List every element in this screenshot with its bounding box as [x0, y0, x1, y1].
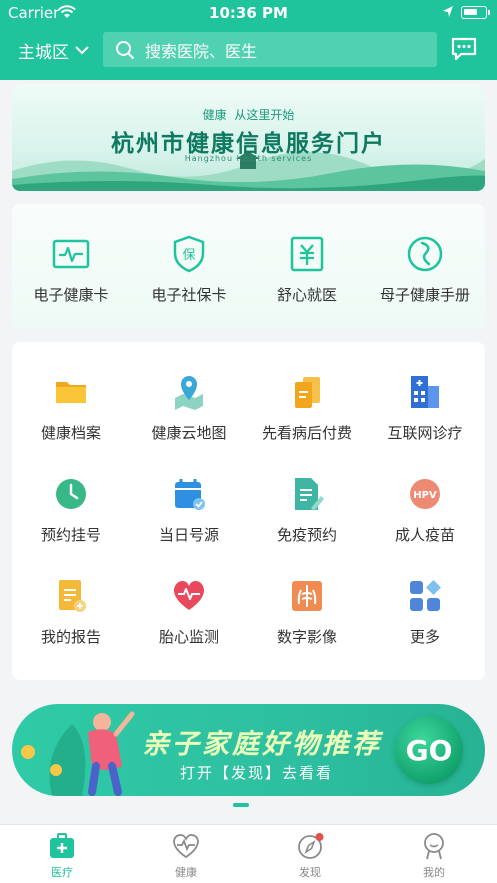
message-icon[interactable]	[450, 35, 478, 63]
family-illustration	[21, 711, 135, 796]
service-appointment[interactable]: 预约挂号	[12, 474, 130, 545]
svg-text:保: 保	[182, 248, 195, 263]
city-selector[interactable]: 主城区	[18, 38, 89, 63]
banner-title: 杭州市健康信息服务门户	[111, 130, 386, 157]
tab-health[interactable]: 健康	[124, 831, 248, 880]
notification-dot	[315, 833, 324, 841]
city-label: 主城区	[18, 43, 69, 63]
service-label: 先看病后付费	[261, 424, 352, 442]
portal-banner[interactable]: 健康 从这里开始 杭州市健康信息服务门户 Hangzhou health ser…	[12, 84, 485, 191]
service-label: 更多	[409, 628, 440, 646]
document-pen-icon	[295, 478, 324, 511]
status-bar: Carrier 10:36 PM	[0, 0, 497, 26]
payment-icon	[290, 236, 324, 272]
service-pay-later[interactable]: 先看病后付费	[248, 372, 366, 443]
location-arrow-icon	[443, 6, 453, 17]
tab-label: 发现	[299, 866, 321, 879]
service-digital-imaging[interactable]: 数字影像	[248, 576, 366, 647]
search-icon	[116, 40, 135, 59]
tab-mine[interactable]: 我的	[372, 831, 496, 880]
tab-bar: 医疗 健康 发现 我的	[0, 824, 497, 883]
service-health-map[interactable]: 健康云地图	[130, 372, 248, 443]
go-button[interactable]: GO	[395, 716, 463, 784]
search-placeholder: 搜索医院、医生	[145, 41, 258, 61]
service-label: 我的报告	[40, 628, 101, 646]
quick-service-label: 母子健康手册	[379, 286, 470, 304]
battery-icon	[461, 6, 490, 19]
calendar-icon	[175, 479, 205, 510]
header: Carrier 10:36 PM 主城区 搜索医院、医生	[0, 0, 497, 80]
compass-icon	[298, 833, 324, 859]
quick-service-easy-care[interactable]: 舒心就医	[248, 234, 366, 305]
tab-label: 我的	[423, 866, 445, 879]
tab-discover[interactable]: 发现	[248, 831, 372, 880]
user-icon	[424, 833, 444, 860]
service-more[interactable]: 更多	[366, 576, 484, 647]
hpv-badge-text: HPV	[413, 490, 437, 501]
quick-service-health-card[interactable]: 电子健康卡	[12, 234, 130, 305]
social-security-icon: 保	[173, 235, 205, 273]
promo-title: 亲子家庭好物推荐	[142, 729, 382, 760]
promo-banner[interactable]: 亲子家庭好物推荐 打开【发现】去看看 GO	[12, 704, 485, 796]
service-my-report[interactable]: 我的报告	[12, 576, 130, 647]
tab-label: 医疗	[51, 866, 73, 879]
promo-subtitle: 打开【发现】去看看	[180, 764, 334, 782]
service-label: 互联网诊疗	[387, 424, 463, 442]
tab-label: 健康	[175, 866, 197, 879]
clock-icon	[56, 479, 86, 509]
quick-service-label: 舒心就医	[276, 286, 337, 304]
heart-icon	[173, 834, 199, 859]
report-icon	[59, 580, 86, 612]
services-card: 健康档案 健康云地图 先看病后付费 互联网诊疗 预约挂号 当日号源 免疫预约 H…	[12, 342, 485, 680]
mother-child-icon	[407, 236, 443, 272]
hospital-icon	[411, 376, 439, 408]
quick-services-card: 电子健康卡 保 电子社保卡 舒心就医 母子健康手册	[12, 204, 485, 328]
service-label: 预约挂号	[40, 526, 101, 544]
service-label: 健康档案	[40, 424, 101, 442]
quick-service-label: 电子健康卡	[33, 286, 109, 304]
health-card-icon	[52, 239, 90, 269]
folder-icon	[56, 382, 86, 403]
chevron-down-icon	[75, 46, 89, 55]
hpv-icon: HPV	[410, 479, 440, 509]
service-same-day[interactable]: 当日号源	[130, 474, 248, 545]
search-input[interactable]: 搜索医院、医生	[103, 32, 437, 67]
service-label: 胎心监测	[158, 628, 219, 646]
service-label: 当日号源	[158, 526, 219, 544]
heartbeat-icon	[173, 581, 205, 610]
banner-subtitle-en: Hangzhou health services	[184, 154, 313, 163]
medical-kit-icon	[50, 833, 74, 858]
carousel-indicator	[233, 803, 249, 807]
banner-subtitle: 健康 从这里开始	[12, 106, 485, 123]
clock-label: 10:36 PM	[209, 4, 288, 22]
documents-icon	[295, 377, 320, 408]
quick-service-mother-child[interactable]: 母子健康手册	[366, 234, 484, 305]
service-adult-vaccine[interactable]: HPV 成人疫苗	[366, 474, 484, 545]
service-label: 免疫预约	[276, 526, 337, 544]
banner-subtitle-prefix: 健康	[202, 108, 227, 122]
more-grid-icon	[410, 580, 441, 611]
quick-service-label: 电子社保卡	[151, 286, 227, 304]
service-immunization[interactable]: 免疫预约	[248, 474, 366, 545]
service-label: 成人疫苗	[394, 526, 455, 544]
tab-medical[interactable]: 医疗	[0, 831, 124, 880]
service-health-record[interactable]: 健康档案	[12, 372, 130, 443]
service-fetal-monitor[interactable]: 胎心监测	[130, 576, 248, 647]
quick-service-social-security[interactable]: 保 电子社保卡	[130, 234, 248, 305]
service-online-diagnosis[interactable]: 互联网诊疗	[366, 372, 484, 443]
service-label: 数字影像	[276, 628, 337, 646]
map-pin-icon	[175, 376, 203, 410]
banner-subtitle-text: 从这里开始	[234, 108, 295, 122]
service-label: 健康云地图	[151, 424, 227, 442]
xray-icon	[292, 581, 322, 611]
